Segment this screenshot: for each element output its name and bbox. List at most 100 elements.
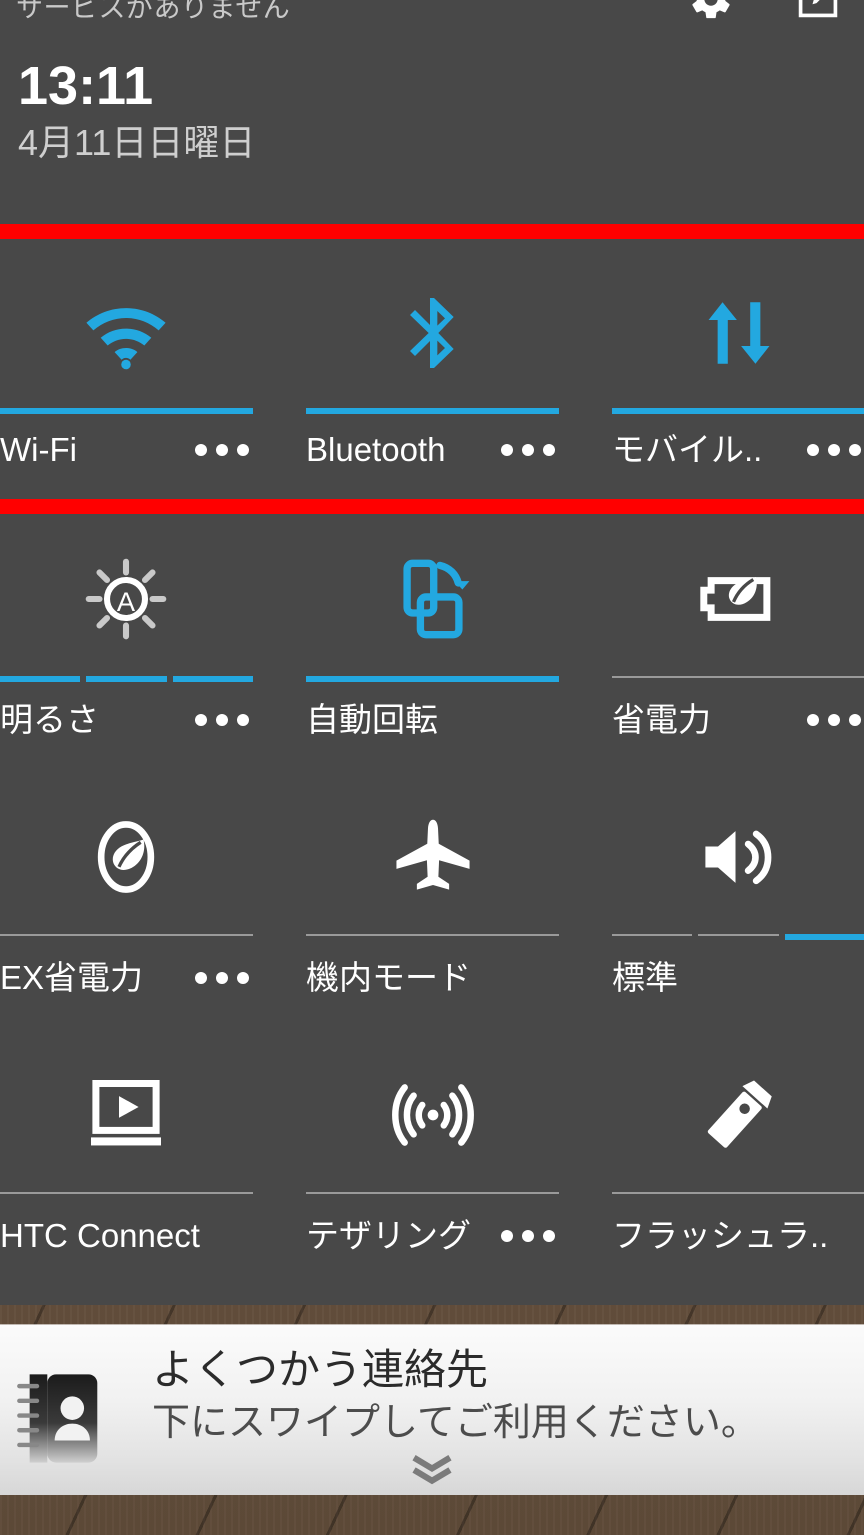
quick-settings-row-3: HTC Connect テザリング フラッシュラ..	[0, 1040, 864, 1298]
tile-label: 機内モード	[306, 960, 471, 996]
battery-saver-icon	[612, 534, 864, 664]
more-options-icon[interactable]	[807, 444, 864, 456]
svg-text:A: A	[116, 586, 135, 617]
tile-segment	[612, 1192, 864, 1194]
tile-label: 標準	[612, 960, 678, 996]
tile-state-bar	[0, 408, 253, 414]
more-options-icon[interactable]	[195, 972, 253, 984]
tile-label-row: 明るさ	[0, 702, 253, 738]
quick-settings-row-2: EX省電力 機内モード 標準	[0, 782, 864, 1040]
tile-segment	[306, 1192, 559, 1194]
airplane-mode-icon	[306, 792, 559, 922]
tile-label: 省電力	[612, 702, 711, 738]
peek-notification-subtitle: 下にスワイプしてご利用ください。	[152, 1402, 759, 1444]
brightness-auto-icon: A	[0, 534, 252, 664]
tile-segment	[172, 676, 253, 682]
tile-label-row: 省電力	[612, 702, 864, 738]
tile-label: フラッシュラ..	[612, 1218, 829, 1254]
tile-segment	[784, 934, 864, 940]
double-chevron-down-icon[interactable]	[0, 1453, 864, 1487]
flashlight-icon	[612, 1050, 864, 1180]
tile-state-bar	[306, 1192, 559, 1194]
carrier-label: サービスがありません	[16, 0, 291, 23]
tile-label: Wi-Fi	[0, 432, 77, 468]
sound-profile-icon	[612, 792, 864, 922]
quick-tile-flashlight[interactable]: フラッシュラ..	[612, 1040, 864, 1298]
tile-label-row: 機内モード	[306, 960, 559, 996]
quick-tile-brightness[interactable]: A 明るさ	[0, 524, 253, 779]
contacts-book-icon	[14, 1367, 110, 1467]
clock-time: 13:11	[18, 56, 154, 116]
quick-tile-power-saver[interactable]: 省電力	[612, 524, 864, 779]
tile-state-bar	[0, 1192, 253, 1194]
tile-segment	[306, 676, 559, 682]
shade-header-icons	[688, 0, 842, 22]
tile-state-bar	[612, 934, 864, 940]
tile-segment	[0, 676, 81, 682]
tile-segment	[0, 408, 253, 414]
quick-settings-row-1: A 明るさ 自動回転 省電力	[0, 524, 864, 779]
extreme-power-saver-icon	[0, 792, 252, 922]
wifi-icon	[0, 268, 252, 398]
peek-notification-card[interactable]: よくつかう連絡先 下にスワイプしてご利用ください。	[0, 1325, 864, 1495]
tile-label-row: Bluetooth	[306, 432, 559, 468]
auto-rotate-icon	[306, 534, 559, 664]
tile-label: 自動回転	[306, 702, 438, 738]
peek-notification-title: よくつかう連絡先	[152, 1346, 489, 1393]
tethering-icon	[306, 1050, 559, 1180]
tile-state-bar	[306, 408, 559, 414]
tile-label: モバイル..	[612, 432, 763, 468]
tile-label: EX省電力	[0, 960, 144, 996]
tile-state-bar	[612, 1192, 864, 1194]
clock-date: 4月11日日曜日	[18, 122, 256, 163]
tile-label-row: モバイル..	[612, 432, 864, 468]
tile-state-bar	[0, 934, 253, 936]
tile-label-row: EX省電力	[0, 960, 253, 996]
tile-segment	[0, 1192, 253, 1194]
quick-tile-htc-connect[interactable]: HTC Connect	[0, 1040, 253, 1298]
status-bar: サービスがありません	[0, 0, 864, 23]
notification-shade-panel: サービスがありません 13:11 4月11日日曜日 Wi-Fi Bluetoot…	[0, 0, 864, 1305]
tile-label: 明るさ	[0, 702, 99, 738]
tile-segment	[612, 408, 864, 414]
divider-red-middle	[0, 499, 864, 514]
tile-label-row: 自動回転	[306, 702, 559, 738]
tile-segment	[0, 934, 253, 936]
tile-state-bar	[306, 934, 559, 936]
quick-tile-bluetooth[interactable]: Bluetooth	[306, 250, 559, 498]
divider-red-top	[0, 224, 864, 239]
tile-label-row: テザリング	[306, 1218, 559, 1254]
tile-state-bar	[0, 676, 253, 682]
quick-tile-airplane-mode[interactable]: 機内モード	[306, 782, 559, 1040]
htc-connect-icon	[0, 1050, 252, 1180]
quick-tile-tethering[interactable]: テザリング	[306, 1040, 559, 1298]
tile-state-bar	[306, 676, 559, 682]
edit-notifications-icon[interactable]	[796, 0, 842, 22]
tile-segment	[612, 934, 693, 936]
tile-label-row: 標準	[612, 960, 864, 996]
more-options-icon[interactable]	[195, 444, 253, 456]
tile-label-row: フラッシュラ..	[612, 1218, 864, 1254]
mobile-data-icon	[612, 268, 864, 398]
more-options-icon[interactable]	[501, 1230, 559, 1242]
tile-label-row: HTC Connect	[0, 1218, 253, 1254]
bluetooth-icon	[306, 268, 559, 398]
quick-tile-sound-profile[interactable]: 標準	[612, 782, 864, 1040]
tile-segment	[86, 676, 167, 682]
tile-label: HTC Connect	[0, 1218, 200, 1254]
more-options-icon[interactable]	[501, 444, 559, 456]
tile-label-row: Wi-Fi	[0, 432, 253, 468]
tile-state-bar	[612, 676, 864, 678]
phone-screen: サービスがありません 13:11 4月11日日曜日 Wi-Fi Bluetoot…	[0, 0, 864, 1535]
settings-gear-icon[interactable]	[688, 0, 734, 22]
more-options-icon[interactable]	[195, 714, 253, 726]
quick-tile-extreme-power-saver[interactable]: EX省電力	[0, 782, 253, 1040]
quick-tile-mobile-data[interactable]: モバイル..	[612, 250, 864, 498]
tile-segment	[612, 676, 864, 678]
more-options-icon[interactable]	[807, 714, 864, 726]
tile-label: Bluetooth	[306, 432, 446, 468]
tile-segment	[306, 408, 559, 414]
quick-settings-row-0: Wi-Fi Bluetooth モバイル..	[0, 250, 864, 498]
quick-tile-wifi[interactable]: Wi-Fi	[0, 250, 253, 498]
quick-tile-auto-rotate[interactable]: 自動回転	[306, 524, 559, 779]
